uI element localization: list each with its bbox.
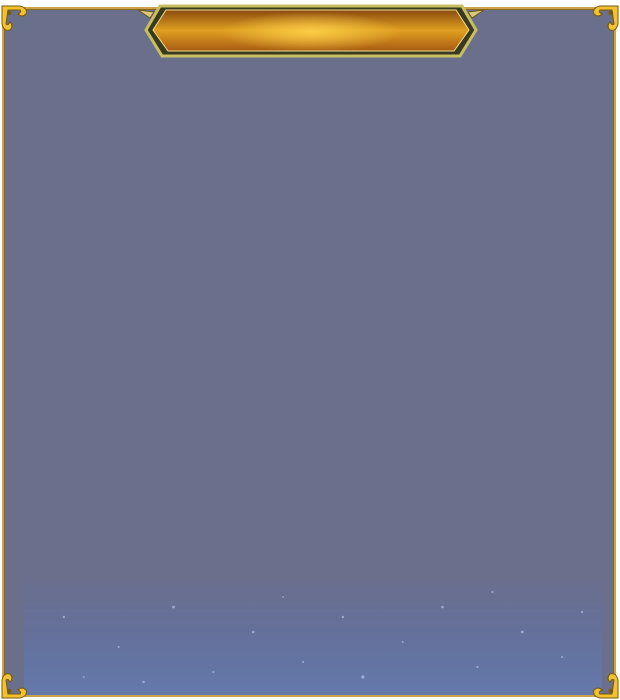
starry-sky-backdrop	[24, 577, 602, 695]
title-plaque	[136, 0, 486, 62]
gold-scroll-ornament-icon	[0, 4, 34, 38]
dialog-panel	[2, 7, 616, 697]
gold-scroll-ornament-icon	[586, 666, 620, 700]
gold-scroll-ornament-icon	[0, 666, 34, 700]
gold-scroll-ornament-icon	[586, 4, 620, 38]
